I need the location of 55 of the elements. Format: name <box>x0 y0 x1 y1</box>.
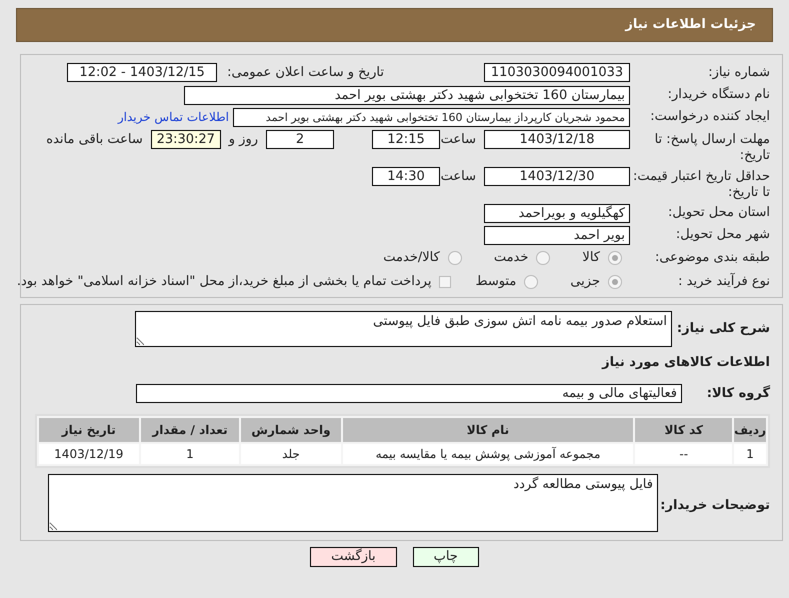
field-value: 1403/12/15 - 12:02 <box>67 63 218 82</box>
field-label: مهلت ارسال پاسخ: تا تاریخ: <box>654 130 770 164</box>
field-value: 14:30 <box>372 166 440 186</box>
field-label: شهر محل تحویل: <box>674 227 770 243</box>
column-header: نام کالا <box>342 418 634 442</box>
radio-label: متوسط <box>475 272 516 291</box>
radio-label: خدمت <box>494 248 528 267</box>
label-text: ساعت <box>440 130 477 148</box>
back-button[interactable]: بازگشت <box>310 546 397 566</box>
field-label: شماره نیاز: <box>707 64 770 81</box>
column-header: تاریخ نیاز <box>39 418 139 442</box>
field-value: بیمارستان 160 تختخوابی شهید دکتر بهشتی بویر احمد <box>184 86 630 104</box>
field-value: 1103030094001033 <box>484 63 630 82</box>
column-header: ردیف <box>734 418 766 442</box>
field-label: طبقه بندی موضوعی: <box>654 250 770 266</box>
field-label: حداقل تاریخ اعتبار قیمت: تا تاریخ: <box>632 168 770 200</box>
field-value: بویر احمد <box>484 226 630 244</box>
field-value: 12:15 <box>372 130 440 148</box>
field-label: نام دستگاه خریدار: <box>666 87 770 103</box>
table-cell: جلد <box>241 444 341 464</box>
table-cell: -- <box>635 444 732 464</box>
countdown: 23:30:27 <box>150 130 221 148</box>
section-heading: اطلاعات کالاهای مورد نیاز <box>600 354 770 372</box>
field-label: شرح کلی نیاز: <box>676 320 770 338</box>
payment-note: پرداخت تمام یا بخشی از مبلغ خرید،از محل "اسناد خزانه اسلامی" خواهد بود. <box>16 272 432 291</box>
field-value: فعالیتهای مالی و بیمه <box>136 384 682 404</box>
field-value: 1403/12/18 <box>484 130 630 148</box>
field-label: استان محل تحویل: <box>667 205 770 221</box>
page-title: جزئیات اطلاعات نیاز <box>625 16 756 34</box>
table-cell: 1 <box>734 444 766 464</box>
field-label: ایجاد کننده درخواست: <box>649 109 770 125</box>
field-value: 2 <box>266 130 334 148</box>
column-header: واحد شمارش <box>241 418 341 442</box>
field-label: نوع فرآیند خرید : <box>677 274 770 290</box>
field-value: محمود شجریان کارپرداز بیمارستان 160 تختخوابی شهید دکتر بهشتی بویر احمد <box>233 108 630 126</box>
label-text: روز و <box>227 130 259 148</box>
column-header: کد کالا <box>635 418 732 442</box>
text-area[interactable]: فایل پیوستی مطالعه گردد <box>48 474 658 532</box>
radio-label: کالا <box>582 248 600 267</box>
field-value: کهگیلویه و بویراحمد <box>484 204 630 222</box>
table-cell: مجموعه آموزشی پوشش بیمه یا مقایسه بیمه <box>342 444 634 464</box>
field-label: تاریخ و ساعت اعلان عمومی: <box>227 64 384 82</box>
table-cell: 1403/12/19 <box>39 444 139 464</box>
table-cell: 1 <box>140 444 240 464</box>
label-text: ساعت <box>440 168 477 186</box>
contact-link[interactable]: اطلاعات تماس خریدار <box>118 108 229 126</box>
field-label: گروه کالا: <box>706 384 770 403</box>
print-button[interactable]: چاپ <box>412 546 479 566</box>
radio-label: جزیی <box>570 272 600 291</box>
radio-label: کالا/خدمت <box>383 248 440 267</box>
field-label: توضیحات خریدار: <box>659 496 770 514</box>
text-area[interactable]: استعلام صدور بیمه نامه اتش سوزی طبق فایل پیوستی <box>135 310 672 346</box>
label-text: ساعت باقی مانده <box>46 130 144 148</box>
field-value: 1403/12/30 <box>484 166 630 186</box>
column-header: تعداد / مقدار <box>140 418 240 442</box>
